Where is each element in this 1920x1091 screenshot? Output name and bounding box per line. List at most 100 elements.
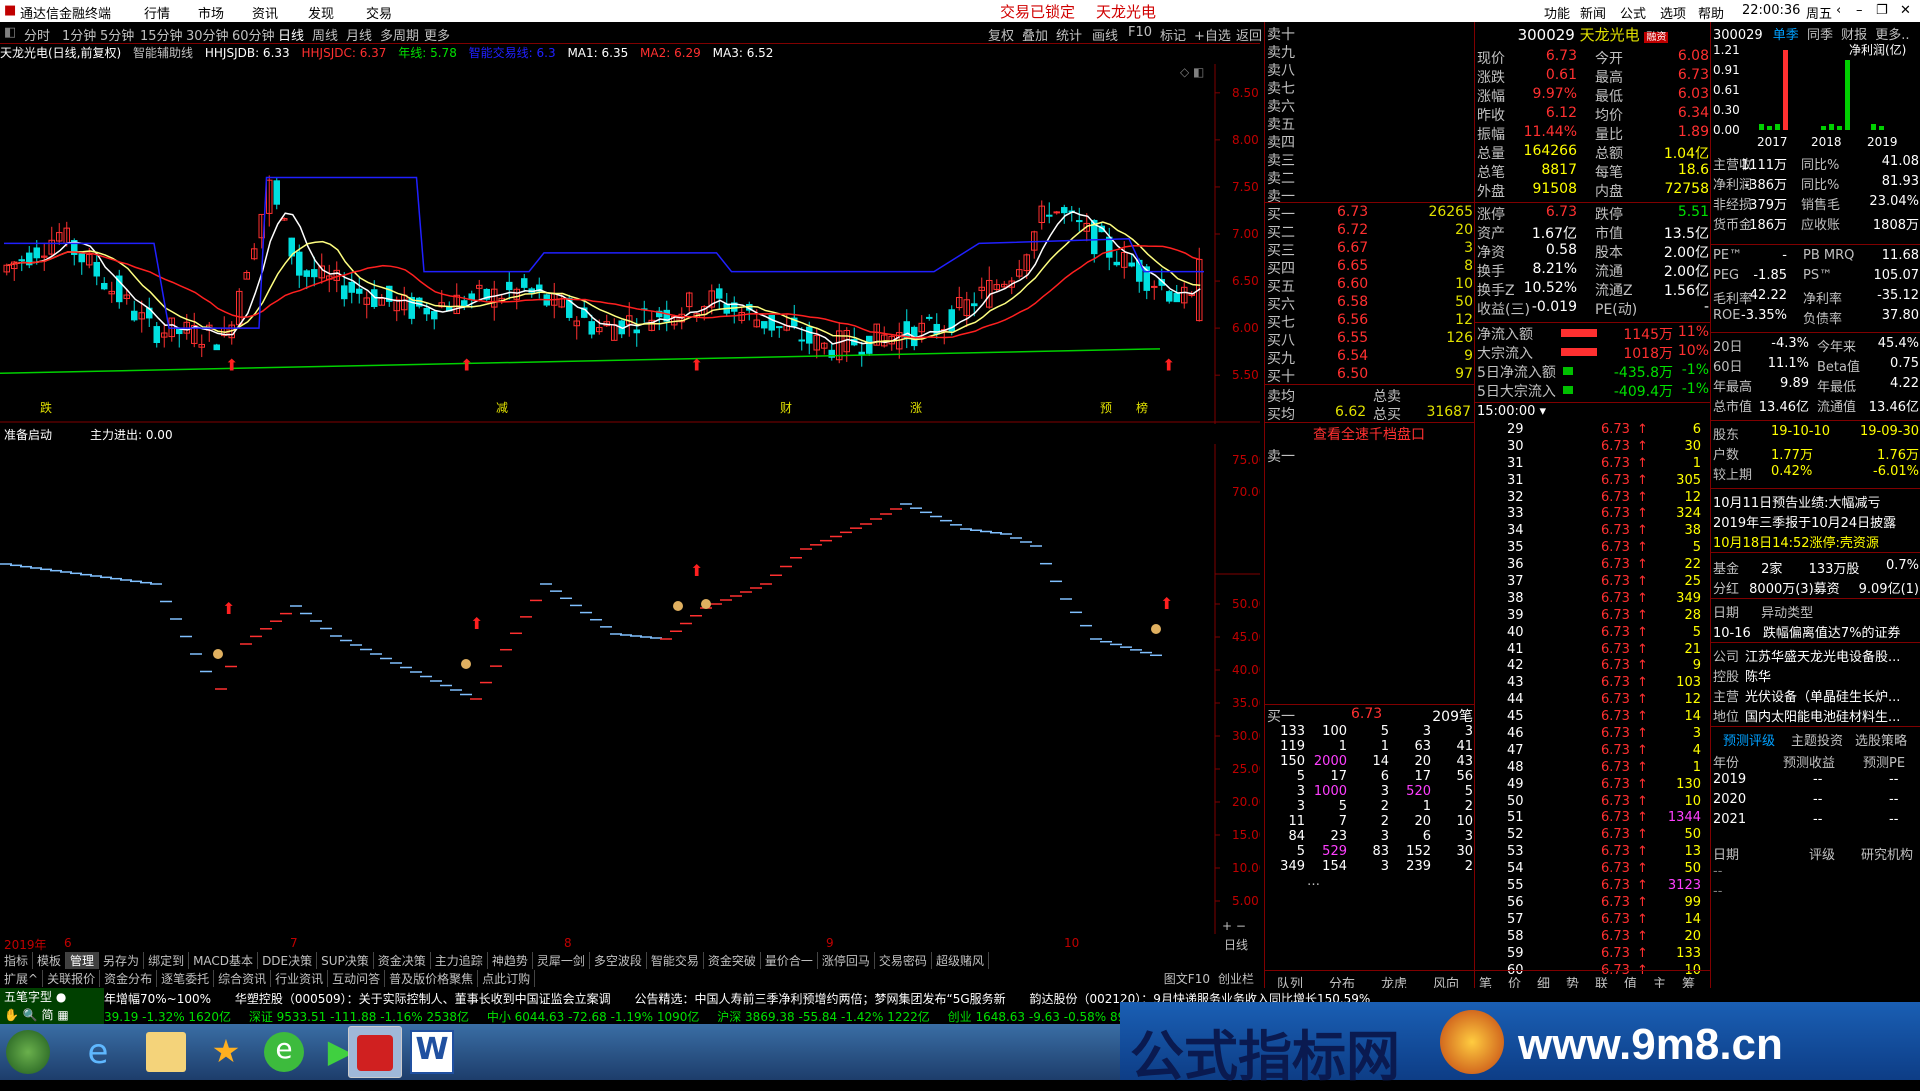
- tool-mark[interactable]: 标记: [1160, 25, 1186, 44]
- menu-options[interactable]: 选项: [1660, 3, 1686, 22]
- tool-add-watch[interactable]: +自选: [1194, 25, 1231, 44]
- extension-tab[interactable]: 普及版价格聚焦: [385, 970, 479, 987]
- extension-tab[interactable]: 关联报价: [43, 970, 101, 987]
- indicator-tab[interactable]: 另存为: [99, 952, 145, 969]
- tool-stats[interactable]: 统计: [1056, 25, 1082, 44]
- buy-level-row[interactable]: 买七 6.56 12: [1267, 312, 1473, 331]
- restore-icon[interactable]: ❐: [1876, 3, 1888, 18]
- extension-tab[interactable]: 互动问答: [328, 970, 386, 987]
- buy-level-row[interactable]: 买十 6.50 97: [1267, 366, 1473, 385]
- f10-tab-more[interactable]: 更多..: [1875, 28, 1909, 43]
- sub-indicator-chart[interactable]: 75.00 70.00 50.00 45.00 40.00 35.00 30.00 25.00…: [0, 444, 1260, 934]
- indicator-tab[interactable]: 资金突破: [704, 952, 761, 969]
- index-sh[interactable]: 39.19 -1.32% 1620亿: [104, 1010, 231, 1024]
- news-item[interactable]: 华塑控股（000509）：关于实际控制人、董事长收到中国证监会立案调: [235, 992, 611, 1006]
- zoom-control-icon[interactable]: + −: [1222, 919, 1246, 933]
- news-3[interactable]: 10月18日14:52涨停:壳资源: [1713, 532, 1879, 551]
- sell-level-row[interactable]: 卖三: [1267, 150, 1295, 169]
- period-daily[interactable]: 日线: [278, 25, 304, 44]
- news-1[interactable]: 10月11日预告业绩:大幅减亏: [1713, 492, 1880, 511]
- tab-theme[interactable]: 主题投资: [1791, 730, 1843, 749]
- sell-level-row[interactable]: 卖六: [1267, 96, 1295, 115]
- ime-status[interactable]: 五笔字型 ●: [0, 988, 104, 1006]
- menu-quotes[interactable]: 行情: [144, 3, 170, 22]
- period-5min[interactable]: 5分钟: [100, 25, 134, 44]
- period-monthly[interactable]: 月线: [346, 25, 372, 44]
- indicator-tab[interactable]: 资金决策: [374, 952, 431, 969]
- menu-trade[interactable]: 交易: [366, 3, 392, 22]
- extension-tab[interactable]: 行业资讯: [271, 970, 329, 987]
- dropdown-icon[interactable]: ▾: [1540, 404, 1547, 419]
- menu-discover[interactable]: 发现: [308, 3, 334, 22]
- indicator-tab[interactable]: 灵犀一剑: [533, 952, 590, 969]
- close-icon[interactable]: ✕: [1900, 3, 1911, 18]
- f10-tab-sameq[interactable]: 同季: [1807, 28, 1833, 43]
- tab-forecast[interactable]: 预测评级: [1723, 730, 1775, 749]
- sell-level-row[interactable]: 卖四: [1267, 132, 1295, 151]
- minimize-icon[interactable]: –: [1856, 3, 1863, 18]
- period-weekly[interactable]: 周线: [312, 25, 338, 44]
- indicator-tab[interactable]: 多空波段: [590, 952, 647, 969]
- tool-draw[interactable]: 画线: [1092, 25, 1118, 44]
- indicator-tab[interactable]: DDE决策: [258, 952, 318, 969]
- news-2[interactable]: 2019年三季报于10月24日披露: [1713, 512, 1896, 531]
- extension-tab[interactable]: 扩展^: [0, 970, 44, 987]
- extension-tab[interactable]: 综合资讯: [214, 970, 272, 987]
- extension-tab[interactable]: 资金分布: [100, 970, 158, 987]
- indicator-tab[interactable]: 主力追踪: [431, 952, 488, 969]
- back-icon[interactable]: ‹: [1836, 3, 1841, 18]
- indicator-tab[interactable]: 神趋势: [488, 952, 533, 969]
- tool-back[interactable]: 返回: [1236, 25, 1262, 44]
- period-1min[interactable]: 1分钟: [62, 25, 96, 44]
- event-marker[interactable]: 涨: [910, 400, 922, 415]
- period-more[interactable]: 更多: [424, 25, 450, 44]
- buy-level-row[interactable]: 买五 6.60 10: [1267, 276, 1473, 295]
- buy-level-row[interactable]: 买四 6.65 8: [1267, 258, 1473, 277]
- tool-adjust[interactable]: 复权: [988, 25, 1014, 44]
- tool-f10[interactable]: F10: [1128, 25, 1152, 40]
- ime-mode-icon[interactable]: ●: [56, 990, 66, 1004]
- word-icon[interactable]: W: [410, 1030, 454, 1074]
- aux-line-label[interactable]: 智能辅助线: [133, 46, 193, 60]
- indicator-tab[interactable]: 指标: [0, 952, 34, 969]
- sell-level-row[interactable]: 卖五: [1267, 114, 1295, 133]
- buy-level-row[interactable]: 买三 6.67 3: [1267, 240, 1473, 259]
- menu-help[interactable]: 帮助: [1698, 3, 1724, 22]
- buy-level-row[interactable]: 买八 6.55 126: [1267, 330, 1473, 349]
- period-30min[interactable]: 30分钟: [186, 25, 229, 44]
- index-sz[interactable]: 深证 9533.51 -111.88 -1.16% 2538亿: [249, 1010, 469, 1024]
- full-depth-link[interactable]: 查看全速千档盘口: [1313, 424, 1425, 444]
- sell-level-row[interactable]: 卖九: [1267, 42, 1295, 61]
- indicator-tab[interactable]: 管理: [66, 952, 100, 969]
- tab-strategy[interactable]: 选股策略: [1855, 730, 1907, 749]
- ime-toolbar[interactable]: ✋ 🔍 简 ▦: [0, 1006, 104, 1024]
- browser-green-icon[interactable]: e: [264, 1032, 304, 1072]
- indicator-tab[interactable]: 智能交易: [647, 952, 704, 969]
- buy-level-row[interactable]: 买九 6.54 9: [1267, 348, 1473, 367]
- event-marker[interactable]: 预: [1100, 401, 1112, 415]
- event-marker[interactable]: 财: [780, 401, 792, 415]
- f10-tab-report[interactable]: 财报: [1841, 28, 1867, 43]
- indicator-tab[interactable]: 交易密码: [875, 952, 932, 969]
- period-tick[interactable]: 分时: [24, 25, 50, 44]
- indicator-tab[interactable]: MACD基本: [189, 952, 259, 969]
- buy-level-row[interactable]: 买六 6.58 50: [1267, 294, 1473, 313]
- extension-tab[interactable]: 逐笔委托: [157, 970, 215, 987]
- event-marker[interactable]: 榜: [1136, 400, 1148, 415]
- tdx-app-icon[interactable]: [348, 1026, 402, 1078]
- sell-level-row[interactable]: 卖七: [1267, 78, 1295, 97]
- index-hs300[interactable]: 沪深 3869.38 -55.84 -1.42% 1222亿: [717, 1010, 930, 1024]
- panel-toggle-icon[interactable]: ◧: [4, 25, 16, 40]
- menu-market[interactable]: 市场: [198, 3, 224, 22]
- star-app-icon[interactable]: ★: [206, 1032, 246, 1072]
- menu-formula[interactable]: 公式: [1620, 3, 1646, 22]
- period-15min[interactable]: 15分钟: [140, 25, 183, 44]
- index-sme[interactable]: 中小 6044.63 -72.68 -1.19% 1090亿: [487, 1010, 700, 1024]
- queue-more-icon[interactable]: …: [1307, 874, 1320, 889]
- start-button-icon[interactable]: [6, 1030, 50, 1074]
- sell-level-row[interactable]: 卖八: [1267, 60, 1295, 79]
- tool-overlay[interactable]: 叠加: [1022, 25, 1048, 44]
- ie-icon[interactable]: e: [78, 1032, 118, 1072]
- tick-time-header[interactable]: 15:00:00 ▾: [1477, 404, 1546, 419]
- sell-level-row[interactable]: 卖十: [1267, 24, 1295, 43]
